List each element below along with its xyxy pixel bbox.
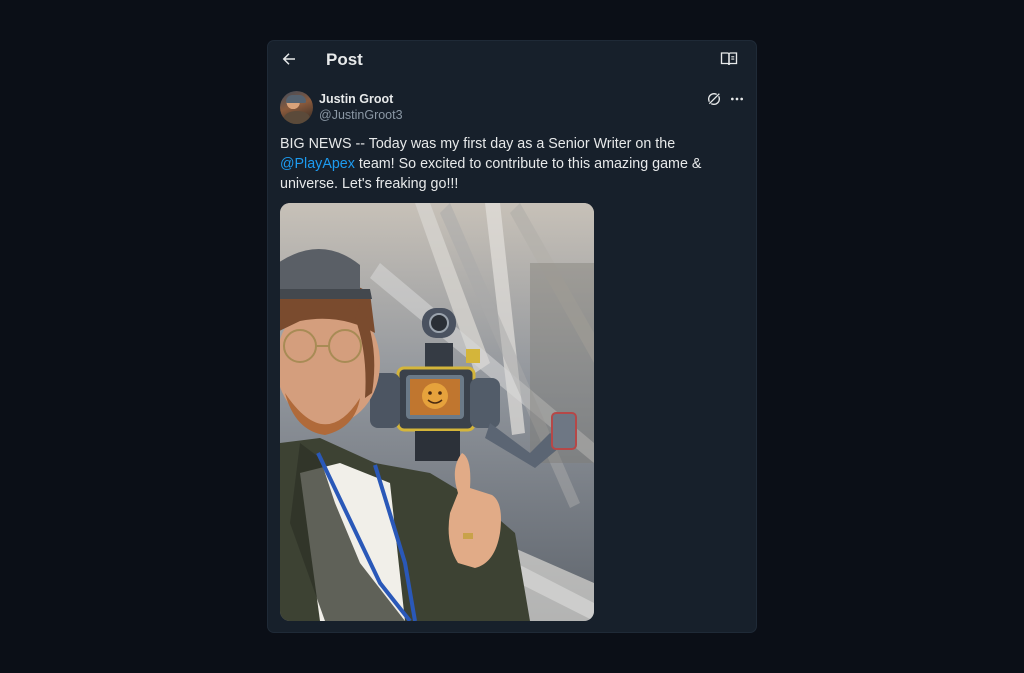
top-bar: Post [268, 41, 756, 77]
post-photo[interactable] [280, 203, 594, 621]
page-title: Post [326, 50, 363, 69]
post-text: BIG NEWS -- Today was my first day as a … [280, 134, 750, 194]
arrow-left-icon [282, 53, 295, 65]
author-name[interactable]: Justin Groot [319, 92, 393, 106]
avatar[interactable] [280, 91, 313, 124]
more-dots-icon [731, 97, 743, 101]
reader-mode-button[interactable] [720, 51, 738, 67]
more-options-button[interactable] [729, 92, 745, 106]
author-handle[interactable]: @JustinGroot3 [319, 108, 403, 122]
book-open-icon [720, 52, 738, 66]
post-card: Post Justin Groot @JustinGroot3 BIG NEWS… [268, 41, 756, 632]
mention-link[interactable]: @PlayApex [280, 156, 355, 172]
post-text-part: BIG NEWS -- Today was my first day as a … [280, 136, 676, 152]
selfie-photo-illustration [280, 203, 594, 621]
grok-icon [707, 92, 721, 106]
grok-button[interactable] [706, 91, 722, 107]
back-button[interactable] [280, 50, 298, 68]
